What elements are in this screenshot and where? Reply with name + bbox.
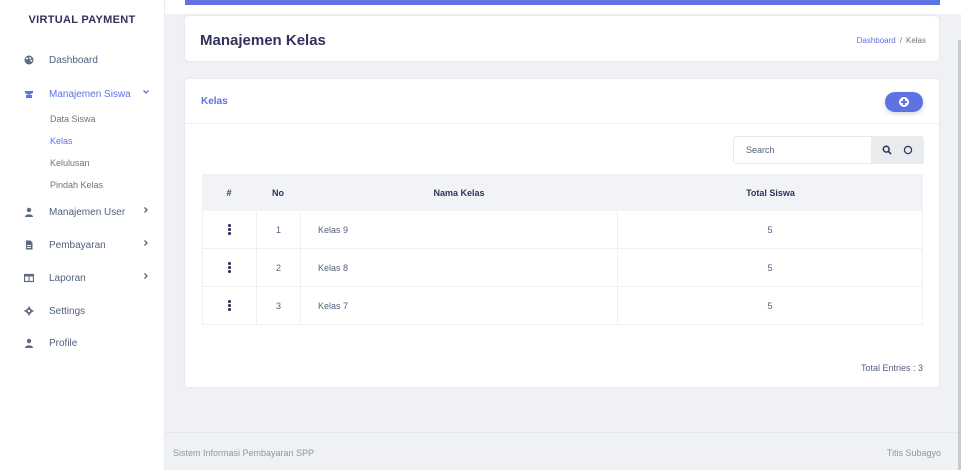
row-actions-cell <box>202 211 256 248</box>
total-entries: Total Entries : 3 <box>860 363 923 373</box>
column-header-no: No <box>272 187 284 198</box>
sidebar-item-manajemen-user[interactable]: Manajemen User <box>0 202 164 222</box>
sidebar-item-label: Pembayaran <box>49 239 106 251</box>
sidebar-item-label: Settings <box>49 305 86 317</box>
page-title: Manajemen Kelas <box>200 32 326 49</box>
kelas-table: # No Nama Kelas Total Siswa 1 Kelas 9 5 … <box>202 174 923 325</box>
card-title: Kelas <box>201 96 228 107</box>
table-header: # No Nama Kelas Total Siswa <box>202 174 923 211</box>
table-row: 1 Kelas 9 5 <box>202 211 923 249</box>
user-icon <box>24 207 34 217</box>
row-actions-cell <box>202 287 256 324</box>
page-header: Manajemen Kelas Dashboard / Kelas <box>185 16 939 61</box>
refresh-icon[interactable] <box>901 143 915 157</box>
row-number: 1 <box>256 211 300 248</box>
search-group <box>733 136 924 164</box>
sidebar-item-profile[interactable]: Profile <box>0 333 164 353</box>
palette-icon <box>24 55 34 65</box>
row-nama-kelas: Kelas 8 <box>300 249 618 286</box>
table-icon <box>24 273 34 283</box>
sidebar-subitem-pindah-kelas[interactable]: Pindah Kelas <box>0 174 164 196</box>
breadcrumb-dashboard-link[interactable]: Dashboard <box>857 36 896 45</box>
table-row: 3 Kelas 7 5 <box>202 287 923 325</box>
brand-logo[interactable]: VIRTUAL PAYMENT <box>0 0 164 44</box>
breadcrumb-current: Kelas <box>905 36 926 45</box>
row-number: 2 <box>256 249 300 286</box>
footer-app-name: Sistem Informasi Pembayaran SPP <box>173 448 315 458</box>
sidebar-subitem-kelas[interactable]: Kelas <box>0 130 164 152</box>
row-total-siswa: 5 <box>618 211 923 248</box>
kebab-menu-icon[interactable] <box>228 262 231 273</box>
sidebar: VIRTUAL PAYMENT Dashboard Manajemen Sisw… <box>0 0 165 470</box>
chevron-down-icon <box>142 88 150 99</box>
chevron-right-icon <box>142 206 150 217</box>
footer-author: Titis Subagyo <box>886 448 941 458</box>
sidebar-item-label: Manajemen Siswa <box>49 88 131 100</box>
sidebar-subitem-kelulusan[interactable]: Kelulusan <box>0 152 164 174</box>
row-nama-kelas: Kelas 7 <box>300 287 618 324</box>
search-actions <box>871 136 924 164</box>
add-kelas-button[interactable] <box>885 92 923 112</box>
sidebar-subitem-data-siswa[interactable]: Data Siswa <box>0 108 164 130</box>
table-row: 2 Kelas 8 5 <box>202 249 923 287</box>
kelas-card: Kelas # No Nama Kelas Total Siswa 1 Kel <box>185 79 939 387</box>
breadcrumb: Dashboard / Kelas <box>857 36 926 45</box>
sidebar-item-label: Profile <box>49 337 78 349</box>
sidebar-item-label: Dashboard <box>49 54 98 66</box>
sidebar-item-dashboard[interactable]: Dashboard <box>0 50 164 70</box>
row-number: 3 <box>256 287 300 324</box>
chevron-right-icon <box>142 239 150 250</box>
sidebar-item-label: Laporan <box>49 272 86 284</box>
sidebar-item-settings[interactable]: Settings <box>0 301 164 321</box>
kebab-menu-icon[interactable] <box>228 300 231 311</box>
breadcrumb-separator: / <box>899 36 902 45</box>
top-accent-bar <box>185 0 940 5</box>
sidebar-item-pembayaran[interactable]: Pembayaran <box>0 235 164 255</box>
gear-icon <box>24 306 34 316</box>
sidebar-item-label: Manajemen User <box>49 206 126 218</box>
row-actions-cell <box>202 249 256 286</box>
sidebar-item-manajemen-siswa[interactable]: Manajemen Siswa <box>0 84 164 104</box>
row-total-siswa: 5 <box>618 287 923 324</box>
column-header-total-siswa: Total Siswa <box>746 187 795 198</box>
kebab-menu-icon[interactable] <box>228 224 231 235</box>
row-total-siswa: 5 <box>618 249 923 286</box>
top-navbar <box>165 0 961 14</box>
row-nama-kelas: Kelas 9 <box>300 211 618 248</box>
column-header-hash: # <box>226 187 232 198</box>
graduation-icon <box>24 89 34 99</box>
sidebar-item-laporan[interactable]: Laporan <box>0 268 164 288</box>
footer: Sistem Informasi Pembayaran SPP Titis Su… <box>165 432 958 470</box>
card-divider <box>185 123 939 124</box>
chevron-right-icon <box>142 272 150 283</box>
search-icon[interactable] <box>880 143 894 157</box>
column-header-nama-kelas: Nama Kelas <box>433 187 485 198</box>
plus-circle-icon <box>899 97 909 107</box>
search-input[interactable] <box>733 136 871 164</box>
user-icon <box>24 338 34 348</box>
receipt-icon <box>24 240 34 250</box>
